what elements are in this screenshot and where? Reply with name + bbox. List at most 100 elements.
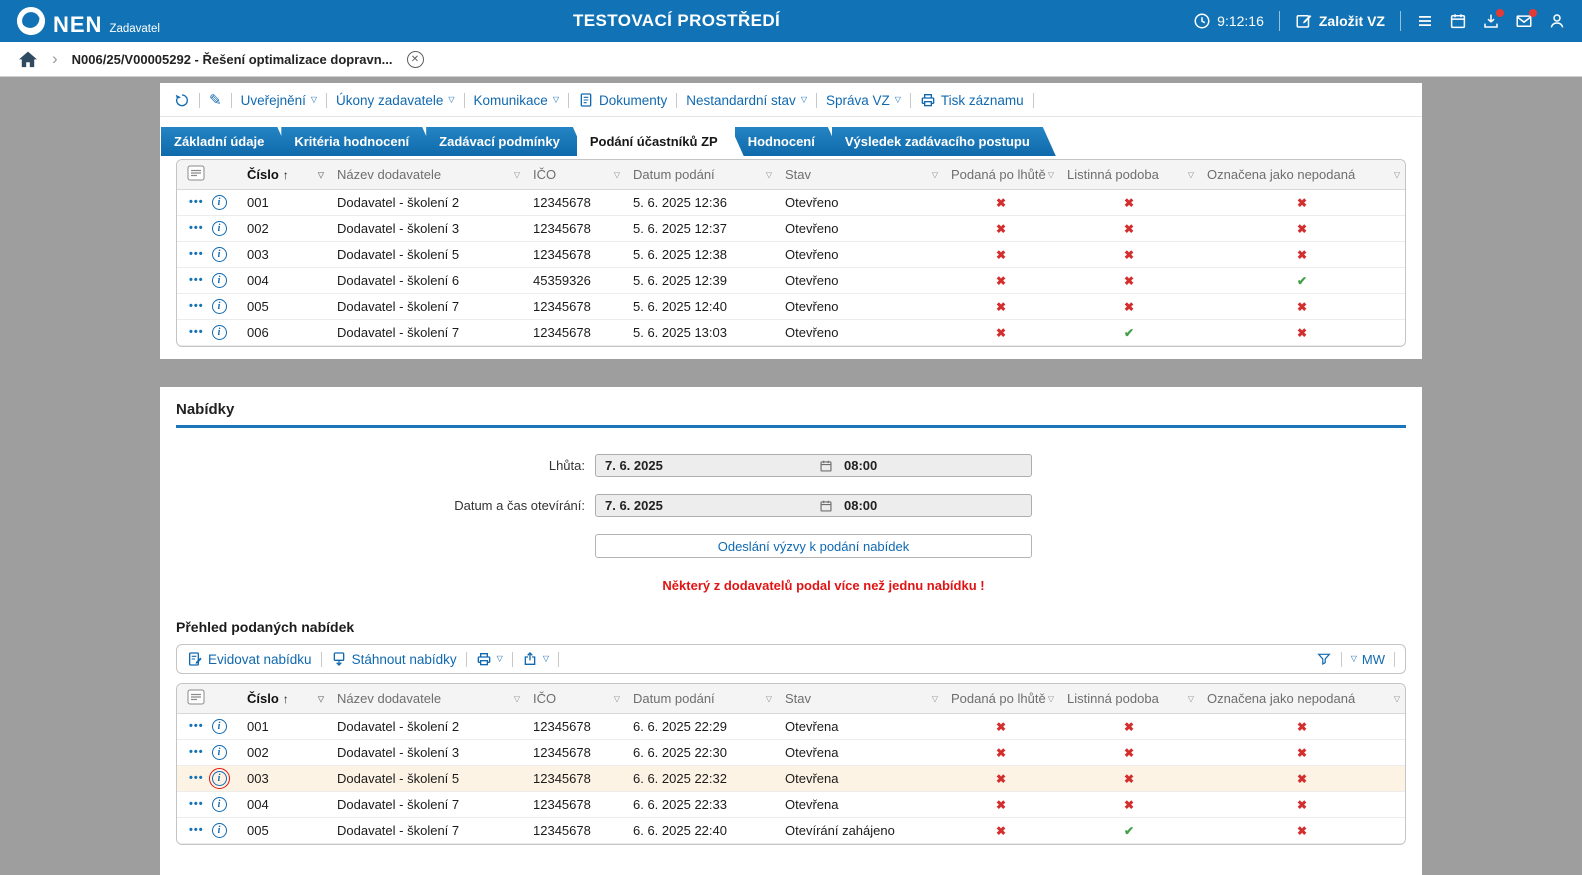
col-header-po-lhute[interactable]: Podaná po lhůtě ▽ (943, 160, 1059, 190)
calendar-icon[interactable] (819, 499, 833, 513)
ukony-zadavatele-menu[interactable]: Úkony zadavatele ▽ (336, 93, 454, 108)
col-header-cislo[interactable]: Číslo ↑ ▽ (239, 160, 329, 190)
row-info-icon[interactable]: i (211, 299, 227, 314)
column-filter-icon[interactable]: ▽ (1188, 694, 1194, 703)
column-filter-icon[interactable]: ▽ (766, 170, 772, 179)
column-settings-icon[interactable] (187, 689, 205, 705)
stahnout-nabidky-button[interactable]: Stáhnout nabídky (331, 651, 457, 667)
col-header-stav[interactable]: Stav ▽ (777, 160, 943, 190)
evidovat-nabidku-button[interactable]: Evidovat nabídku (187, 651, 312, 667)
table-row[interactable]: ••• i 004 Dodavatel - školení 7 12345678 6. 6… (177, 791, 1405, 818)
lhuta-date-value[interactable]: 7. 6. 2025 (596, 458, 819, 473)
home-icon[interactable] (18, 50, 38, 68)
table-row[interactable]: ••• i 006 Dodavatel - školení 7 12345678 5. 6… (177, 320, 1405, 346)
dokumenty-button[interactable]: Dokumenty (578, 92, 667, 108)
row-menu-icon[interactable]: ••• (189, 223, 204, 234)
row-info-icon[interactable]: i (211, 325, 227, 340)
create-vz-button[interactable]: Založit VZ (1295, 12, 1385, 30)
table-row[interactable]: ••• i 001 Dodavatel - školení 2 12345678 5. 6… (177, 189, 1405, 216)
uverejneni-menu[interactable]: Uveřejnění ▽ (241, 93, 317, 108)
col-header-ico[interactable]: IČO ▽ (525, 160, 625, 190)
otevirani-date-value[interactable]: 7. 6. 2025 (596, 498, 819, 513)
table-row[interactable]: ••• i 004 Dodavatel - školení 6 45359326 5. 6… (177, 267, 1405, 294)
column-filter-icon[interactable]: ▽ (766, 694, 772, 703)
table-row[interactable]: ••• i 002 Dodavatel - školení 3 12345678 5. 6… (177, 215, 1405, 242)
column-filter-icon[interactable]: ▽ (932, 694, 938, 703)
row-info-icon[interactable]: i (211, 823, 227, 838)
col-header-nepodana[interactable]: Označena jako nepodaná ▽ (1199, 160, 1405, 190)
col-header-nepodana[interactable]: Označena jako nepodaná ▽ (1199, 684, 1405, 714)
breadcrumb-item[interactable]: N006/25/V00005292 - Řešení optimalizace … (72, 52, 393, 67)
row-info-icon[interactable]: i (211, 195, 227, 210)
main-menu-button[interactable] (1416, 12, 1434, 30)
history-button[interactable] (174, 92, 190, 108)
col-header-ico[interactable]: IČO ▽ (525, 684, 625, 714)
column-filter-icon[interactable]: ▽ (1048, 170, 1054, 179)
row-menu-icon[interactable]: ••• (189, 747, 204, 758)
tab-kriteria-hodnoceni[interactable]: Kritéria hodnocení (281, 127, 435, 156)
row-info-icon[interactable]: i (208, 768, 230, 789)
row-menu-icon[interactable]: ••• (189, 799, 204, 810)
otevirani-datetime-field[interactable]: 7. 6. 2025 08:00 (595, 494, 1032, 517)
col-header-stav[interactable]: Stav ▽ (777, 684, 943, 714)
lhuta-time-value[interactable]: 08:00 (833, 458, 1031, 473)
col-header-listinna[interactable]: Listinná podoba ▽ (1059, 684, 1199, 714)
row-menu-icon[interactable]: ••• (189, 301, 204, 312)
column-settings-icon[interactable] (187, 165, 205, 181)
row-menu-icon[interactable]: ••• (189, 249, 204, 260)
column-filter-icon[interactable]: ▽ (614, 694, 620, 703)
komunikace-menu[interactable]: Komunikace ▽ (474, 93, 559, 108)
tab-hodnoceni[interactable]: Hodnocení (735, 127, 841, 156)
calendar-icon[interactable] (819, 459, 833, 473)
tisk-zaznamu-button[interactable]: Tisk záznamu (920, 92, 1024, 108)
column-filter-icon[interactable]: ▽ (318, 694, 324, 703)
nen-logo-group[interactable]: NEN Zadavatel (16, 6, 160, 36)
column-filter-icon[interactable]: ▽ (1394, 694, 1400, 703)
col-header-dodavatel[interactable]: Název dodavatele ▽ (329, 684, 525, 714)
table-row[interactable]: ••• i 003 Dodavatel - školení 5 12345678 6. 6… (177, 765, 1405, 792)
messages-button[interactable] (1515, 9, 1537, 30)
column-filter-icon[interactable]: ▽ (514, 170, 520, 179)
row-info-icon[interactable]: i (211, 719, 227, 734)
table-row[interactable]: ••• i 002 Dodavatel - školení 3 12345678 6. 6… (177, 739, 1405, 766)
close-record-icon[interactable]: ✕ (406, 50, 424, 68)
table-row[interactable]: ••• i 001 Dodavatel - školení 2 12345678 6. 6… (177, 713, 1405, 740)
col-header-po-lhute[interactable]: Podaná po lhůtě ▽ (943, 684, 1059, 714)
row-info-icon[interactable]: i (211, 745, 227, 760)
calendar-button[interactable] (1449, 12, 1467, 30)
export-offers-button[interactable]: ▽ (522, 651, 549, 667)
user-profile-button[interactable] (1548, 12, 1566, 30)
tab-zakladni-udaje[interactable]: Základní údaje (161, 127, 290, 156)
downloads-button[interactable] (1482, 9, 1504, 30)
row-menu-icon[interactable]: ••• (189, 721, 204, 732)
row-menu-icon[interactable]: ••• (189, 825, 204, 836)
odeslani-vyzvy-button[interactable]: Odeslání výzvy k podání nabídek (595, 534, 1032, 558)
row-info-icon[interactable]: i (211, 273, 227, 288)
otevirani-time-value[interactable]: 08:00 (833, 498, 1031, 513)
tab-podani-ucastniku-zp[interactable]: Podání účastníků ZP (577, 127, 744, 156)
col-header-datum[interactable]: Datum podání ▽ (625, 160, 777, 190)
view-selector[interactable]: ▽ MW (1351, 652, 1385, 667)
filter-button[interactable] (1316, 651, 1332, 667)
row-menu-icon[interactable]: ••• (189, 197, 204, 208)
column-filter-icon[interactable]: ▽ (614, 170, 620, 179)
column-filter-icon[interactable]: ▽ (318, 170, 324, 179)
row-info-icon[interactable]: i (211, 797, 227, 812)
sprava-vz-menu[interactable]: Správa VZ ▽ (826, 93, 901, 108)
table-row[interactable]: ••• i 003 Dodavatel - školení 5 12345678 5. 6… (177, 241, 1405, 268)
column-filter-icon[interactable]: ▽ (1188, 170, 1194, 179)
row-menu-icon[interactable]: ••• (189, 275, 204, 286)
col-header-dodavatel[interactable]: Název dodavatele ▽ (329, 160, 525, 190)
nestandardni-stav-menu[interactable]: Nestandardní stav ▽ (686, 93, 807, 108)
column-filter-icon[interactable]: ▽ (1394, 170, 1400, 179)
edit-record-button[interactable]: ✎ (209, 93, 222, 108)
col-header-listinna[interactable]: Listinná podoba ▽ (1059, 160, 1199, 190)
table-row[interactable]: ••• i 005 Dodavatel - školení 7 12345678 5. 6… (177, 293, 1405, 320)
tab-vysledek-zadavaciho-postupu[interactable]: Výsledek zadávacího postupu (832, 127, 1056, 156)
row-info-icon[interactable]: i (211, 221, 227, 236)
row-menu-icon[interactable]: ••• (189, 773, 204, 784)
lhuta-datetime-field[interactable]: 7. 6. 2025 08:00 (595, 454, 1032, 477)
column-filter-icon[interactable]: ▽ (1048, 694, 1054, 703)
row-menu-icon[interactable]: ••• (189, 327, 204, 338)
col-header-cislo[interactable]: Číslo ↑ ▽ (239, 684, 329, 714)
